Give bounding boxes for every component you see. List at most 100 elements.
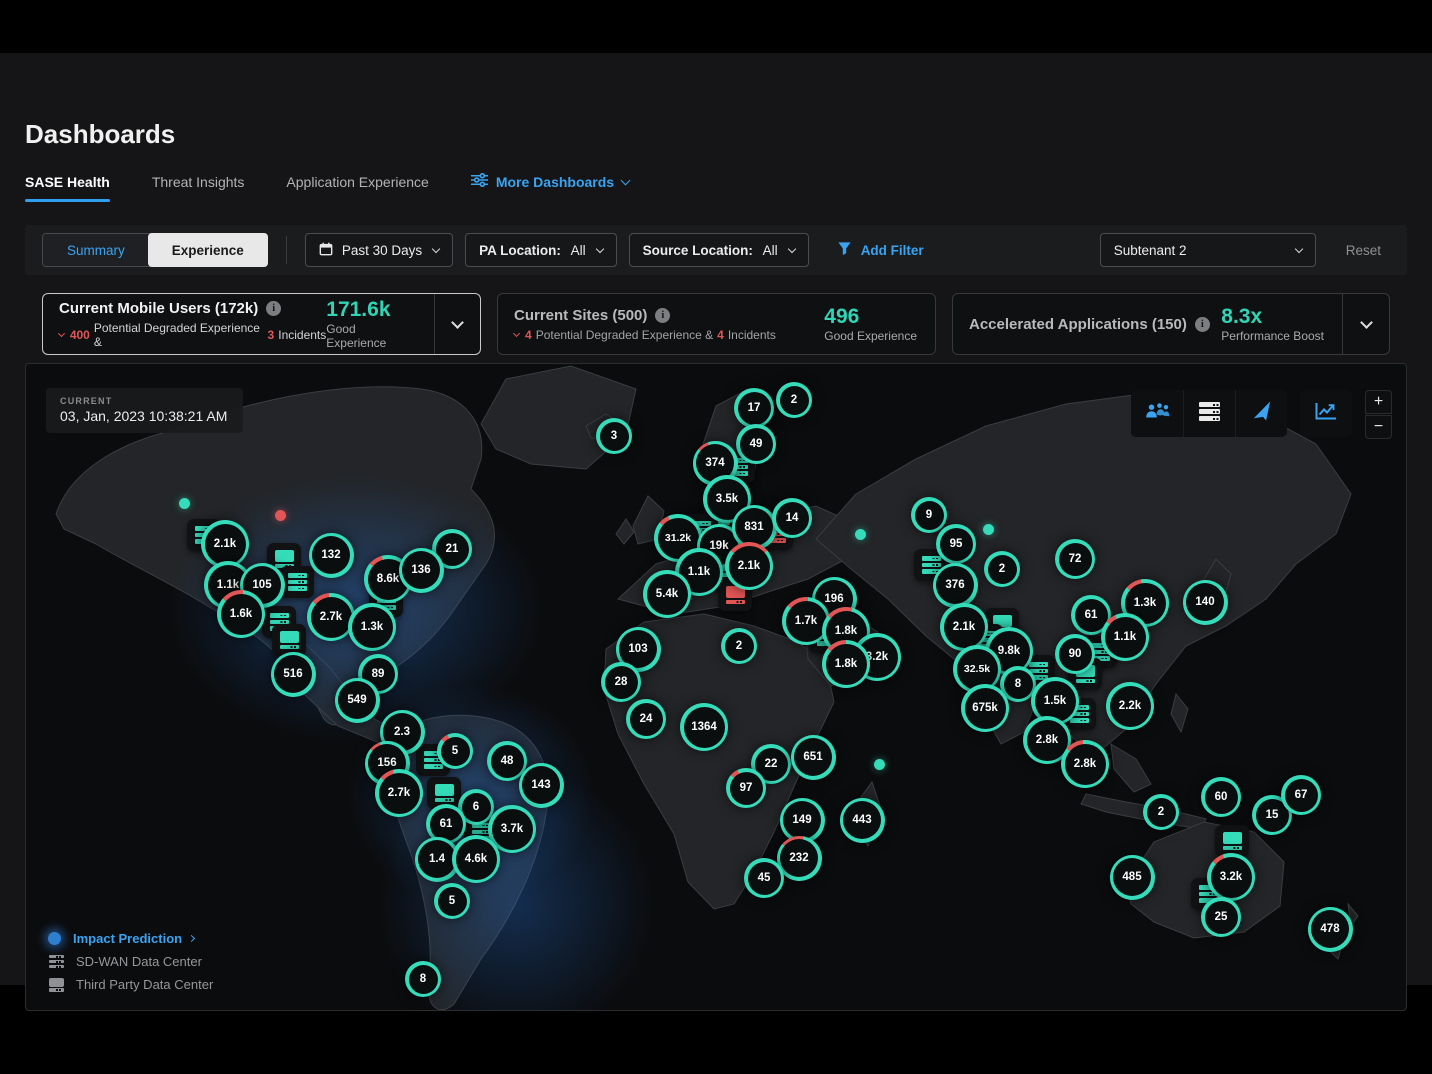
- site-dot[interactable]: [874, 759, 885, 770]
- site-count-badge[interactable]: 485: [1110, 855, 1155, 900]
- site-count-badge[interactable]: 25: [1201, 897, 1241, 937]
- incident-text: Incidents: [728, 328, 776, 342]
- site-count-badge[interactable]: 45: [744, 858, 784, 898]
- site-count-badge[interactable]: 1364: [680, 703, 728, 751]
- site-count-badge[interactable]: 60: [1201, 777, 1241, 817]
- zoom-in-button[interactable]: +: [1365, 390, 1392, 414]
- site-count-badge[interactable]: 3: [596, 418, 632, 454]
- badge-count: 1.1k: [1114, 631, 1136, 643]
- site-count-badge[interactable]: 2: [776, 382, 812, 418]
- site-count-badge[interactable]: 136: [399, 548, 444, 593]
- badge-count: 1.3k: [1134, 597, 1156, 609]
- badge-count: 60: [1215, 791, 1228, 803]
- badge-count: 132: [321, 549, 340, 561]
- card-expand-button[interactable]: [1342, 294, 1389, 354]
- third-party-datacenter-icon[interactable]: [272, 624, 306, 656]
- subtenant-dropdown[interactable]: Subtenant 2: [1100, 233, 1316, 267]
- site-count-badge[interactable]: 2.1k: [940, 603, 988, 651]
- more-dashboards-label: More Dashboards: [496, 174, 614, 190]
- site-count-badge[interactable]: 95: [936, 524, 976, 564]
- site-count-badge[interactable]: 1.3k: [348, 603, 396, 651]
- site-count-badge[interactable]: 3.2k: [1207, 853, 1255, 901]
- badge-count: 15: [1266, 809, 1279, 821]
- pa-location-dropdown[interactable]: PA Location: All: [465, 233, 617, 267]
- site-count-badge[interactable]: 49: [736, 424, 776, 464]
- badge-count: 1.3k: [361, 621, 383, 633]
- source-location-dropdown[interactable]: Source Location: All: [629, 233, 809, 267]
- site-count-badge[interactable]: 24: [626, 699, 666, 739]
- site-count-badge[interactable]: 2.7k: [307, 593, 355, 641]
- info-icon[interactable]: [266, 301, 281, 316]
- site-count-badge[interactable]: 67: [1281, 775, 1321, 815]
- world-map[interactable]: 2.1k132211.1k1058.6k1361.6k2.7k1.3k51689…: [25, 363, 1407, 1011]
- site-dot[interactable]: [855, 529, 866, 540]
- site-count-badge[interactable]: 2.8k: [1061, 740, 1109, 788]
- more-dashboards-menu[interactable]: More Dashboards: [471, 173, 629, 202]
- legend-impact-prediction[interactable]: Impact Prediction: [48, 927, 213, 950]
- card-expand-button[interactable]: [434, 294, 480, 354]
- card-current-mobile-users[interactable]: Current Mobile Users (172k) 400 Potentia…: [42, 293, 481, 355]
- site-count-badge[interactable]: 2.1k: [725, 542, 773, 590]
- site-count-badge[interactable]: 443: [840, 798, 885, 843]
- site-count-badge[interactable]: 1.8k: [822, 640, 870, 688]
- mobile-users-layer-button[interactable]: [1131, 390, 1183, 437]
- site-count-badge[interactable]: 651: [791, 735, 836, 780]
- site-count-badge[interactable]: 9: [911, 497, 947, 533]
- site-count-badge[interactable]: 143: [519, 763, 564, 808]
- site-count-badge[interactable]: 14: [772, 498, 812, 538]
- site-count-badge[interactable]: 376: [933, 563, 978, 608]
- tab-threat-insights[interactable]: Threat Insights: [152, 174, 245, 202]
- card-accelerated-applications[interactable]: Accelerated Applications (150) 8.3x Perf…: [952, 293, 1390, 355]
- alert-dot[interactable]: [275, 510, 286, 521]
- site-count-badge[interactable]: 1.6k: [217, 590, 265, 638]
- degraded-text: Potential Degraded Experience &: [536, 328, 713, 342]
- site-count-badge[interactable]: 28: [601, 662, 641, 702]
- site-count-badge[interactable]: 132: [309, 533, 354, 578]
- legend-label: Impact Prediction: [73, 931, 182, 946]
- site-count-badge[interactable]: 5: [437, 733, 473, 769]
- card-current-sites[interactable]: Current Sites (500) 4 Potential Degraded…: [497, 293, 936, 355]
- site-dot[interactable]: [179, 498, 190, 509]
- performance-boost-value: 8.3x: [1221, 305, 1324, 328]
- site-count-badge[interactable]: 4.6k: [452, 835, 500, 883]
- badge-count: 1.8k: [835, 625, 857, 637]
- site-count-badge[interactable]: 675k: [961, 684, 1009, 732]
- experience-toggle[interactable]: Experience: [148, 233, 268, 267]
- good-experience-label: Good Experience: [326, 322, 416, 350]
- site-count-badge[interactable]: 140: [1183, 580, 1228, 625]
- site-count-badge[interactable]: 5: [434, 883, 470, 919]
- badge-count: 28: [615, 676, 628, 688]
- site-count-badge[interactable]: 2: [721, 628, 757, 664]
- badge-count: 72: [1069, 553, 1082, 565]
- reset-button[interactable]: Reset: [1346, 243, 1381, 258]
- date-range-dropdown[interactable]: Past 30 Days: [305, 233, 453, 267]
- summary-toggle[interactable]: Summary: [43, 234, 149, 266]
- tab-sase-health[interactable]: SASE Health: [25, 174, 110, 202]
- site-count-badge[interactable]: 1.1k: [1101, 613, 1149, 661]
- site-count-badge[interactable]: 17: [734, 388, 774, 428]
- site-count-badge[interactable]: 90: [1055, 634, 1095, 674]
- site-count-badge[interactable]: 549: [335, 678, 380, 723]
- prisma-access-layer-button[interactable]: [1235, 390, 1287, 437]
- site-count-badge[interactable]: 2.2k: [1106, 682, 1154, 730]
- incident-count: 3: [268, 328, 275, 342]
- card-title: Current Sites (500): [514, 307, 647, 324]
- site-count-badge[interactable]: 5.4k: [643, 570, 691, 618]
- add-filter-button[interactable]: Add Filter: [837, 241, 924, 259]
- site-count-badge[interactable]: 478: [1308, 907, 1353, 952]
- info-icon[interactable]: [1195, 317, 1210, 332]
- site-count-badge[interactable]: 72: [1055, 539, 1095, 579]
- sdwan-datacenter-icon[interactable]: [280, 566, 314, 598]
- site-count-badge[interactable]: 97: [726, 768, 766, 808]
- site-dot[interactable]: [983, 524, 994, 535]
- trends-button[interactable]: [1300, 390, 1352, 437]
- data-centers-layer-button[interactable]: [1183, 390, 1235, 437]
- site-count-badge[interactable]: 8: [405, 961, 441, 997]
- site-count-badge[interactable]: 516: [271, 652, 316, 697]
- tab-application-experience[interactable]: Application Experience: [286, 174, 428, 202]
- info-icon[interactable]: [655, 308, 670, 323]
- site-count-badge[interactable]: 2.7k: [375, 769, 423, 817]
- zoom-out-button[interactable]: −: [1365, 415, 1392, 439]
- site-count-badge[interactable]: 2: [1143, 794, 1179, 830]
- site-count-badge[interactable]: 2: [984, 551, 1020, 587]
